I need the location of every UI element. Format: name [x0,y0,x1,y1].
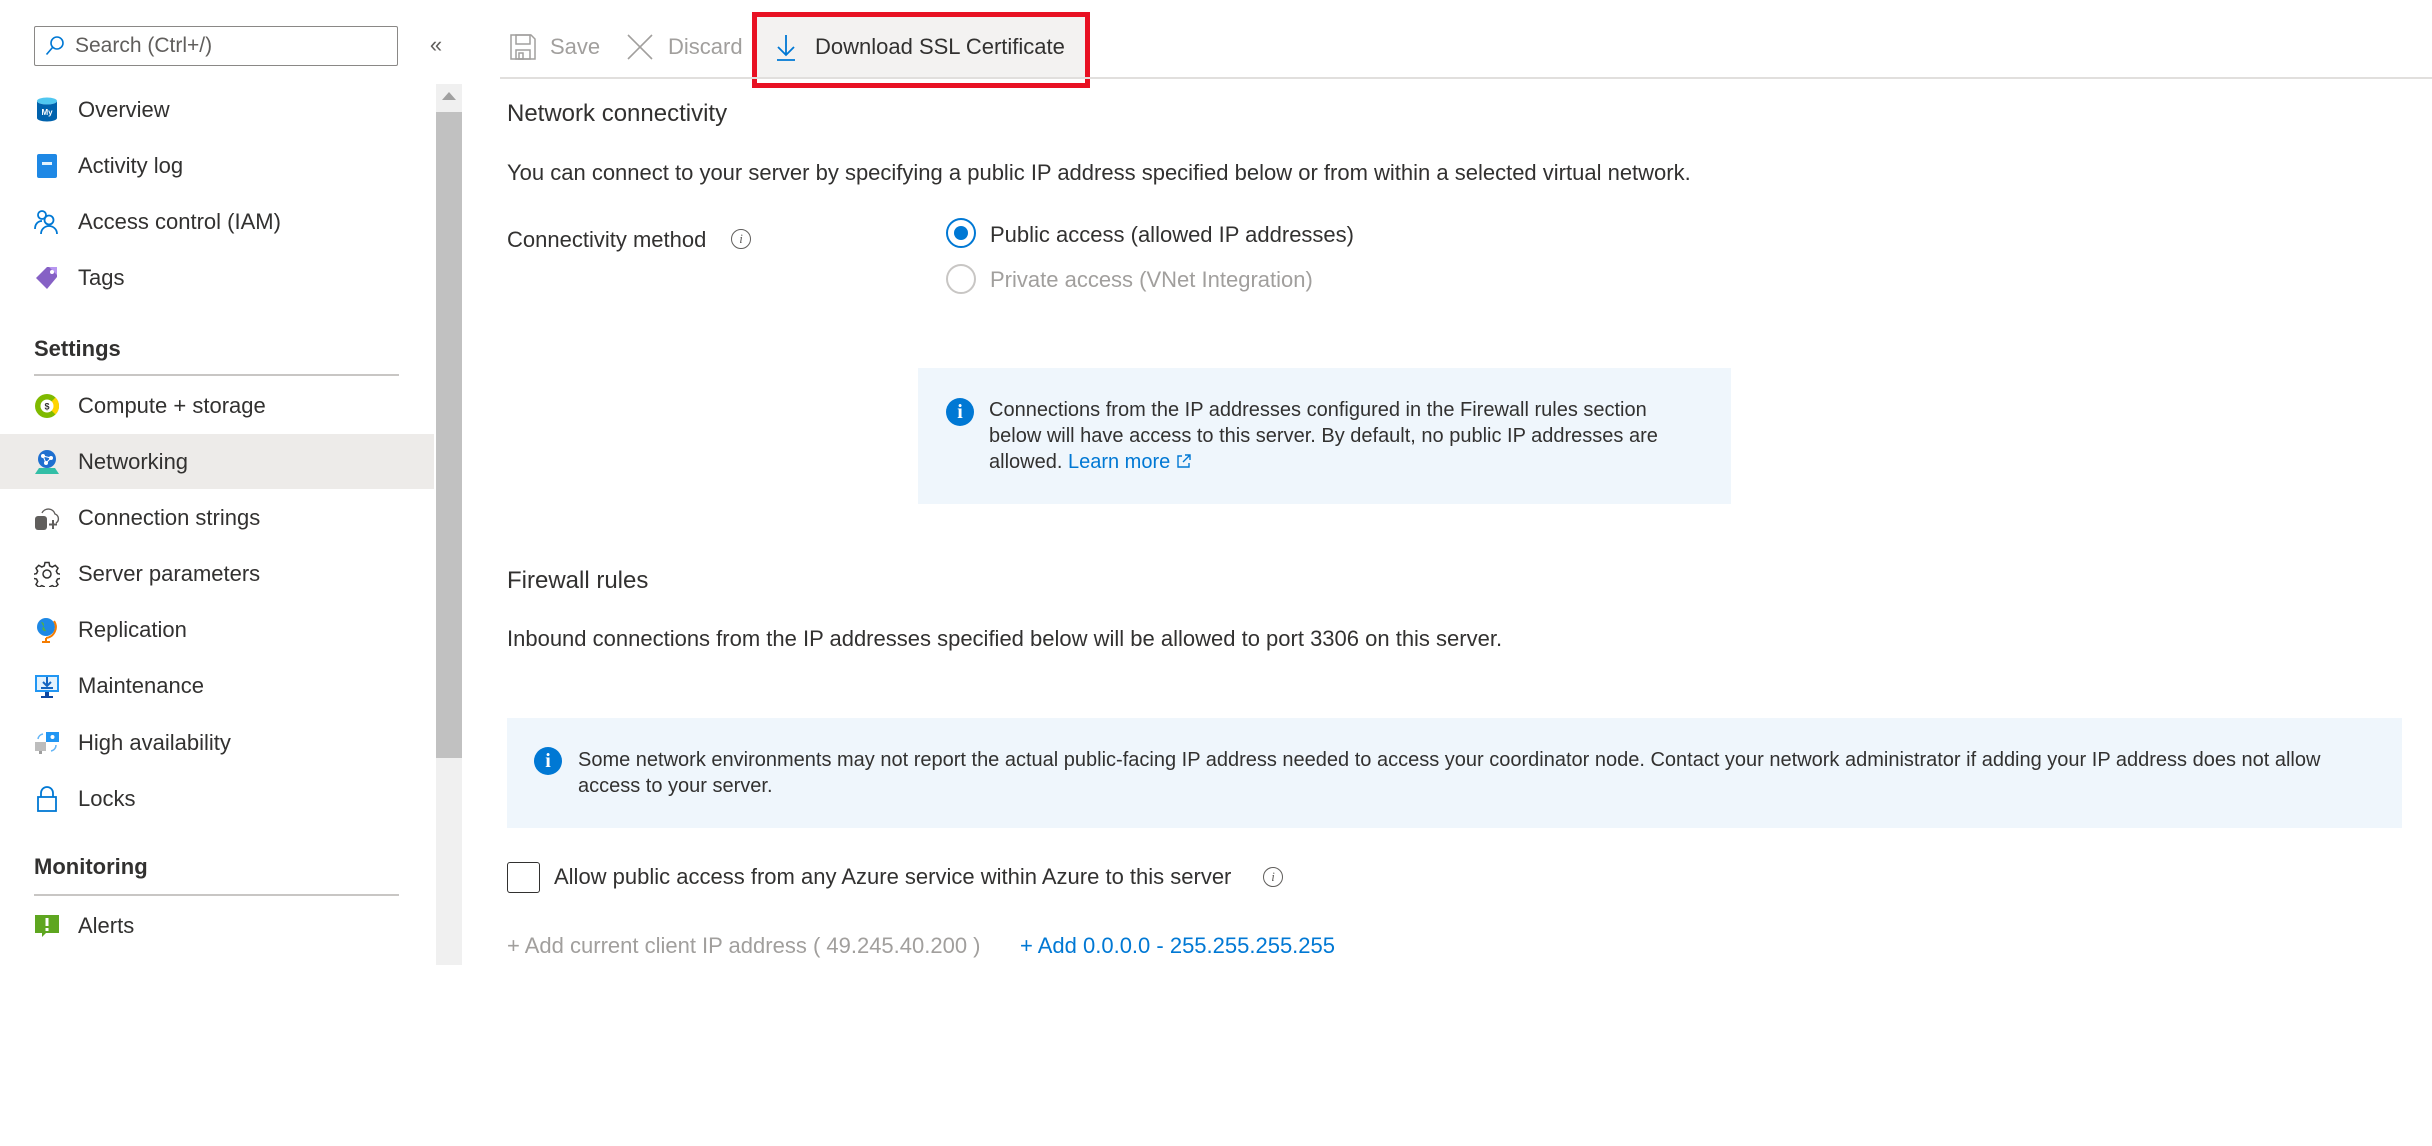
alert-icon [34,913,60,939]
svg-text:$: $ [44,402,49,412]
save-icon [510,34,536,60]
close-icon [627,34,653,60]
maintenance-icon [34,673,60,699]
firewall-warning-bar: i Some network environments may not repo… [507,718,2402,828]
sidebar-item-label: Maintenance [78,673,204,698]
sidebar-item-server-parameters[interactable]: Server parameters [0,547,434,601]
mysql-database-icon: My [34,97,60,123]
monitoring-divider [34,894,399,896]
toolbar-divider [500,77,2432,79]
sidebar-item-label: Alerts [78,913,135,938]
firewall-rules-heading: Firewall rules [507,567,649,594]
allow-azure-services-checkbox[interactable] [507,862,540,893]
sidebar-item-compute-storage[interactable]: $ Compute + storage [0,379,434,433]
radio-public-access[interactable] [946,218,976,248]
save-button[interactable]: Save [510,16,600,78]
add-all-ip-range-link[interactable]: + Add 0.0.0.0 - 255.255.255.255 [1020,933,1335,959]
sidebar-item-label: Tags [78,265,125,290]
scroll-up-arrow-icon[interactable] [442,92,456,100]
globe-icon [34,617,60,643]
lock-icon [34,786,60,812]
download-label: Download SSL Certificate [815,34,1065,59]
network-connectivity-heading: Network connectivity [507,100,728,127]
learn-more-link[interactable]: Learn more [1068,451,1192,473]
search-icon [45,36,64,56]
search-box[interactable] [34,26,398,66]
networking-icon [34,449,60,475]
compute-storage-icon: $ [34,393,60,419]
sidebar-item-label: Server parameters [78,561,261,586]
sidebar-item-label: Locks [78,786,136,811]
sidebar-item-tags[interactable]: Tags [0,251,434,305]
sidebar-item-label: Access control (IAM) [78,209,281,234]
sidebar-item-label: Activity log [78,153,184,178]
info-filled-icon: i [946,398,974,426]
allow-azure-services-label[interactable]: Allow public access from any Azure servi… [554,864,1231,890]
sidebar-item-replication[interactable]: Replication [0,603,434,657]
sidebar-item-locks[interactable]: Locks [0,772,434,826]
settings-heading: Settings [34,336,121,361]
sidebar-item-label: Overview [78,97,170,122]
sidebar-item-alerts[interactable]: Alerts [0,899,434,953]
gear-icon [34,561,60,587]
connectivity-method-label: Connectivity method [507,227,707,252]
settings-divider [34,374,399,376]
high-availability-icon [34,730,60,756]
connectivity-info-bar: i Connections from the IP addresses conf… [918,368,1731,504]
sidebar-item-overview[interactable]: My Overview [0,83,434,137]
sidebar-item-high-availability[interactable]: High availability [0,716,434,770]
sidebar-item-access-control[interactable]: Access control (IAM) [0,195,434,249]
collapse-sidebar-button[interactable]: « [424,32,448,62]
download-ssl-certificate-button[interactable]: Download SSL Certificate [757,16,1086,78]
sidebar-item-label: Replication [78,617,187,642]
sidebar-item-label: Networking [78,448,189,474]
external-link-icon [1177,454,1191,468]
sidebar-item-networking[interactable]: Networking [0,434,434,489]
discard-label: Discard [668,34,743,59]
firewall-description: Inbound connections from the IP addresse… [507,626,1503,651]
radio-private-access-label: Private access (VNet Integration) [990,267,1313,292]
sidebar-scrollbar-thumb[interactable] [436,112,462,758]
monitoring-heading: Monitoring [34,854,148,879]
sidebar-item-label: Connection strings [78,505,261,530]
firewall-warning-text: Some network environments may not report… [578,749,2321,797]
save-label: Save [550,34,601,59]
discard-button[interactable]: Discard [626,16,743,78]
sidebar-item-connection-strings[interactable]: Connection strings [0,491,434,545]
download-icon [777,35,795,61]
connectivity-info-text: Connections from the IP addresses config… [989,397,1689,475]
info-icon[interactable]: i [1263,867,1283,887]
search-input[interactable] [73,33,377,59]
svg-text:My: My [41,108,53,117]
radio-public-access-label[interactable]: Public access (allowed IP addresses) [990,222,1354,248]
sidebar-item-activity-log[interactable]: Activity log [0,139,434,193]
tag-icon [34,265,60,291]
info-filled-icon: i [534,747,562,775]
add-client-ip-link[interactable]: + Add current client IP address ( 49.245… [507,933,981,959]
sidebar-item-label: High availability [78,730,231,755]
activity-log-icon [34,153,60,179]
sidebar-item-label: Compute + storage [78,393,266,418]
connection-strings-icon [34,505,60,531]
info-icon[interactable]: i [731,229,751,249]
sidebar-item-maintenance[interactable]: Maintenance [0,659,434,713]
radio-private-access[interactable] [946,264,976,294]
people-icon [34,209,60,235]
network-description: You can connect to your server by specif… [507,160,1691,185]
